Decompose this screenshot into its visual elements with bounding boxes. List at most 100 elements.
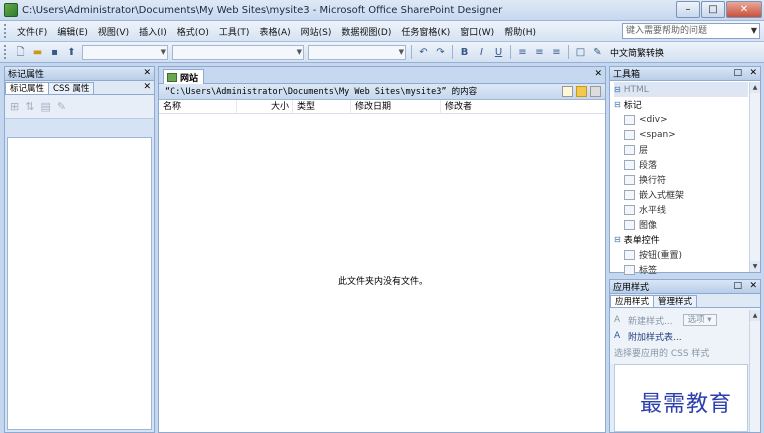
menu-help[interactable]: 帮助(H) <box>499 25 541 38</box>
font-size-combo[interactable]: ▼ <box>308 44 406 60</box>
menu-grip[interactable] <box>4 24 8 38</box>
select-css-label: 选择要应用的 CSS 样式 <box>614 348 710 359</box>
tab-css-properties[interactable]: CSS 属性 <box>48 82 95 94</box>
italic-icon[interactable]: I <box>475 46 488 59</box>
scroll-down-icon[interactable]: ▼ <box>750 261 760 272</box>
underline-icon[interactable]: U <box>492 46 505 59</box>
menu-task-panes[interactable]: 任务窗格(K) <box>396 25 455 38</box>
toolbar-grip[interactable] <box>4 45 8 59</box>
close-icon[interactable]: ✕ <box>749 280 757 293</box>
website-icon <box>167 72 177 82</box>
column-modified-date[interactable]: 修改日期 <box>351 99 441 114</box>
close-icon[interactable]: ✕ <box>749 67 757 80</box>
folder-path: “C:\Users\Administrator\Documents\My Web… <box>165 87 478 97</box>
toolbox-item-layer[interactable]: 层 <box>614 142 748 157</box>
menu-edit[interactable]: 编辑(E) <box>52 25 93 38</box>
save-icon[interactable]: ▪ <box>48 46 61 59</box>
font-combo[interactable]: ▼ <box>172 44 304 60</box>
close-button[interactable]: ✕ <box>726 1 762 18</box>
style-combo[interactable]: ▼ <box>82 44 168 60</box>
tab-manage-styles[interactable]: 管理样式 <box>653 295 698 307</box>
new-style-link[interactable]: 新建样式... <box>628 314 673 327</box>
chevron-down-icon: ▼ <box>160 47 166 56</box>
title-bar: C:\Users\Administrator\Documents\My Web … <box>0 0 764 21</box>
new-folder-icon[interactable] <box>576 86 587 97</box>
maximize-button[interactable]: □ <box>701 1 725 18</box>
new-page-icon[interactable] <box>562 86 573 97</box>
menu-tools[interactable]: 工具(T) <box>214 25 255 38</box>
toolbox-category-html[interactable]: ⊟ HTML <box>614 82 748 97</box>
panel-header: 标记属性 ✕ <box>5 67 154 81</box>
toolbar-separator <box>411 45 412 59</box>
bold-icon[interactable]: B <box>458 46 471 59</box>
toolbox-item-reset-button[interactable]: 按钮(重置) <box>614 247 748 262</box>
toolbox-item-label[interactable]: 标签 <box>614 262 748 277</box>
categorize-icon[interactable]: ⊞ <box>10 100 19 113</box>
collapse-icon: ⊟ <box>614 235 621 244</box>
help-search-input[interactable]: 键入需要帮助的问题 ▼ <box>622 23 760 39</box>
column-size[interactable]: 大小 <box>237 99 293 114</box>
restore-icon[interactable]: □ <box>733 67 742 80</box>
help-placeholder: 键入需要帮助的问题 <box>626 26 708 36</box>
toolbox-item-span[interactable]: <span> <box>614 127 748 142</box>
menu-view[interactable]: 视图(V) <box>93 25 134 38</box>
menu-format[interactable]: 格式(O) <box>172 25 214 38</box>
toolbox-scrollbar[interactable]: ▲ ▼ <box>749 82 760 272</box>
close-icon[interactable]: ✕ <box>594 69 602 79</box>
show-set-properties-icon[interactable]: ▤ <box>40 100 50 113</box>
toolbox-item-div[interactable]: <div> <box>614 112 748 127</box>
highlight-icon[interactable]: ✎ <box>591 46 604 59</box>
options-button[interactable]: 选项 ▾ <box>682 314 717 326</box>
menu-site[interactable]: 网站(S) <box>296 25 337 38</box>
toolbox-item-line-break[interactable]: 换行符 <box>614 172 748 187</box>
close-icon[interactable]: ✕ <box>143 67 151 80</box>
new-page-icon[interactable]: 🗋 <box>14 46 27 59</box>
toolbox-category-tags[interactable]: ⊟ 标记 <box>614 97 748 112</box>
redo-icon[interactable]: ↷ <box>434 46 447 59</box>
align-left-icon[interactable]: ≡ <box>516 46 529 59</box>
align-right-icon[interactable]: ≡ <box>550 46 563 59</box>
menu-window[interactable]: 窗口(W) <box>455 25 499 38</box>
menu-insert[interactable]: 插入(I) <box>134 25 172 38</box>
folder-up-icon[interactable] <box>590 86 601 97</box>
toolbox-item-paragraph[interactable]: 段落 <box>614 157 748 172</box>
column-modified-by[interactable]: 修改者 <box>441 100 601 114</box>
menu-data-view[interactable]: 数据视图(D) <box>336 25 396 38</box>
menu-bar: 文件(F) 编辑(E) 视图(V) 插入(I) 格式(O) 工具(T) 表格(A… <box>0 21 764 42</box>
column-type[interactable]: 类型 <box>293 99 351 114</box>
property-grid[interactable] <box>7 137 152 430</box>
open-folder-icon[interactable]: ▬ <box>31 46 44 59</box>
scroll-track[interactable] <box>750 93 760 261</box>
toolbox-item-image[interactable]: 图像 <box>614 217 748 232</box>
sharepoint-designer-icon <box>4 3 18 17</box>
path-bar: “C:\Users\Administrator\Documents\My Web… <box>159 84 605 100</box>
properties-icon[interactable]: ✎ <box>57 100 66 113</box>
tab-apply-styles[interactable]: 应用样式 <box>610 295 655 307</box>
align-center-icon[interactable]: ≡ <box>533 46 546 59</box>
styles-scrollbar[interactable]: ▲ <box>749 310 760 432</box>
sort-icon[interactable]: ⇅ <box>25 100 34 113</box>
tab-tag-properties[interactable]: 标记属性 <box>5 82 50 94</box>
publish-icon[interactable]: ⬆ <box>65 46 78 59</box>
chinese-convert-button[interactable]: 中文简繁转换 <box>610 46 664 59</box>
border-icon[interactable]: □ <box>574 46 587 59</box>
toolbox-item-horizontal-line[interactable]: 水平线 <box>614 202 748 217</box>
toolbox-item-iframe[interactable]: 嵌入式框架 <box>614 187 748 202</box>
column-name[interactable]: 名称 <box>159 99 237 114</box>
restore-icon[interactable]: □ <box>733 280 742 293</box>
scroll-up-icon[interactable]: ▲ <box>750 310 760 321</box>
close-icon[interactable]: ✕ <box>143 81 151 94</box>
horizontal-line-icon <box>624 204 635 215</box>
chevron-down-icon: ▼ <box>296 47 302 56</box>
tab-website[interactable]: 网站 <box>163 69 205 84</box>
layer-icon <box>624 144 635 155</box>
attach-stylesheet-link[interactable]: 附加样式表... <box>628 330 682 343</box>
toolbox-category-form-controls[interactable]: ⊟ 表单控件 <box>614 232 748 247</box>
toolbar-separator <box>568 45 569 59</box>
minimize-button[interactable]: – <box>676 1 700 18</box>
menu-file[interactable]: 文件(F) <box>12 25 52 38</box>
chevron-down-icon[interactable]: ▼ <box>751 24 757 38</box>
scroll-up-icon[interactable]: ▲ <box>750 82 760 93</box>
menu-table[interactable]: 表格(A) <box>254 25 295 38</box>
undo-icon[interactable]: ↶ <box>417 46 430 59</box>
